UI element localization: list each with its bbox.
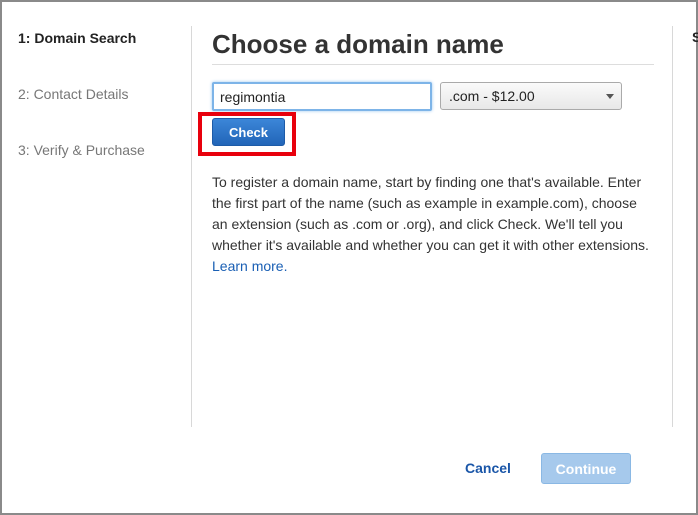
help-text-body: To register a domain name, start by find… <box>212 174 649 253</box>
check-button[interactable]: Check <box>212 118 285 146</box>
step-contact-details[interactable]: 2: Contact Details <box>18 86 188 142</box>
clipped-side-label: S <box>692 29 698 45</box>
left-divider <box>191 26 192 427</box>
dialog-window: 1: Domain Search 2: Contact Details 3: V… <box>0 0 698 515</box>
help-text: To register a domain name, start by find… <box>212 172 652 277</box>
cancel-button[interactable]: Cancel <box>465 460 511 476</box>
title-divider <box>212 64 654 65</box>
tld-select[interactable]: .com - $12.00 <box>440 82 622 110</box>
learn-more-link[interactable]: Learn more. <box>212 258 287 274</box>
page-title: Choose a domain name <box>212 29 504 59</box>
step-verify-purchase[interactable]: 3: Verify & Purchase <box>18 142 188 198</box>
tld-select-value: .com - $12.00 <box>449 88 535 104</box>
wizard-steps: 1: Domain Search 2: Contact Details 3: V… <box>18 30 188 198</box>
step-domain-search[interactable]: 1: Domain Search <box>18 30 188 86</box>
continue-button[interactable]: Continue <box>541 453 631 484</box>
domain-name-input[interactable] <box>212 82 432 111</box>
caret-down-icon <box>606 94 614 99</box>
right-divider <box>672 26 673 427</box>
domain-search-panel: Choose a domain name .com - $12.00 Check… <box>198 28 656 274</box>
